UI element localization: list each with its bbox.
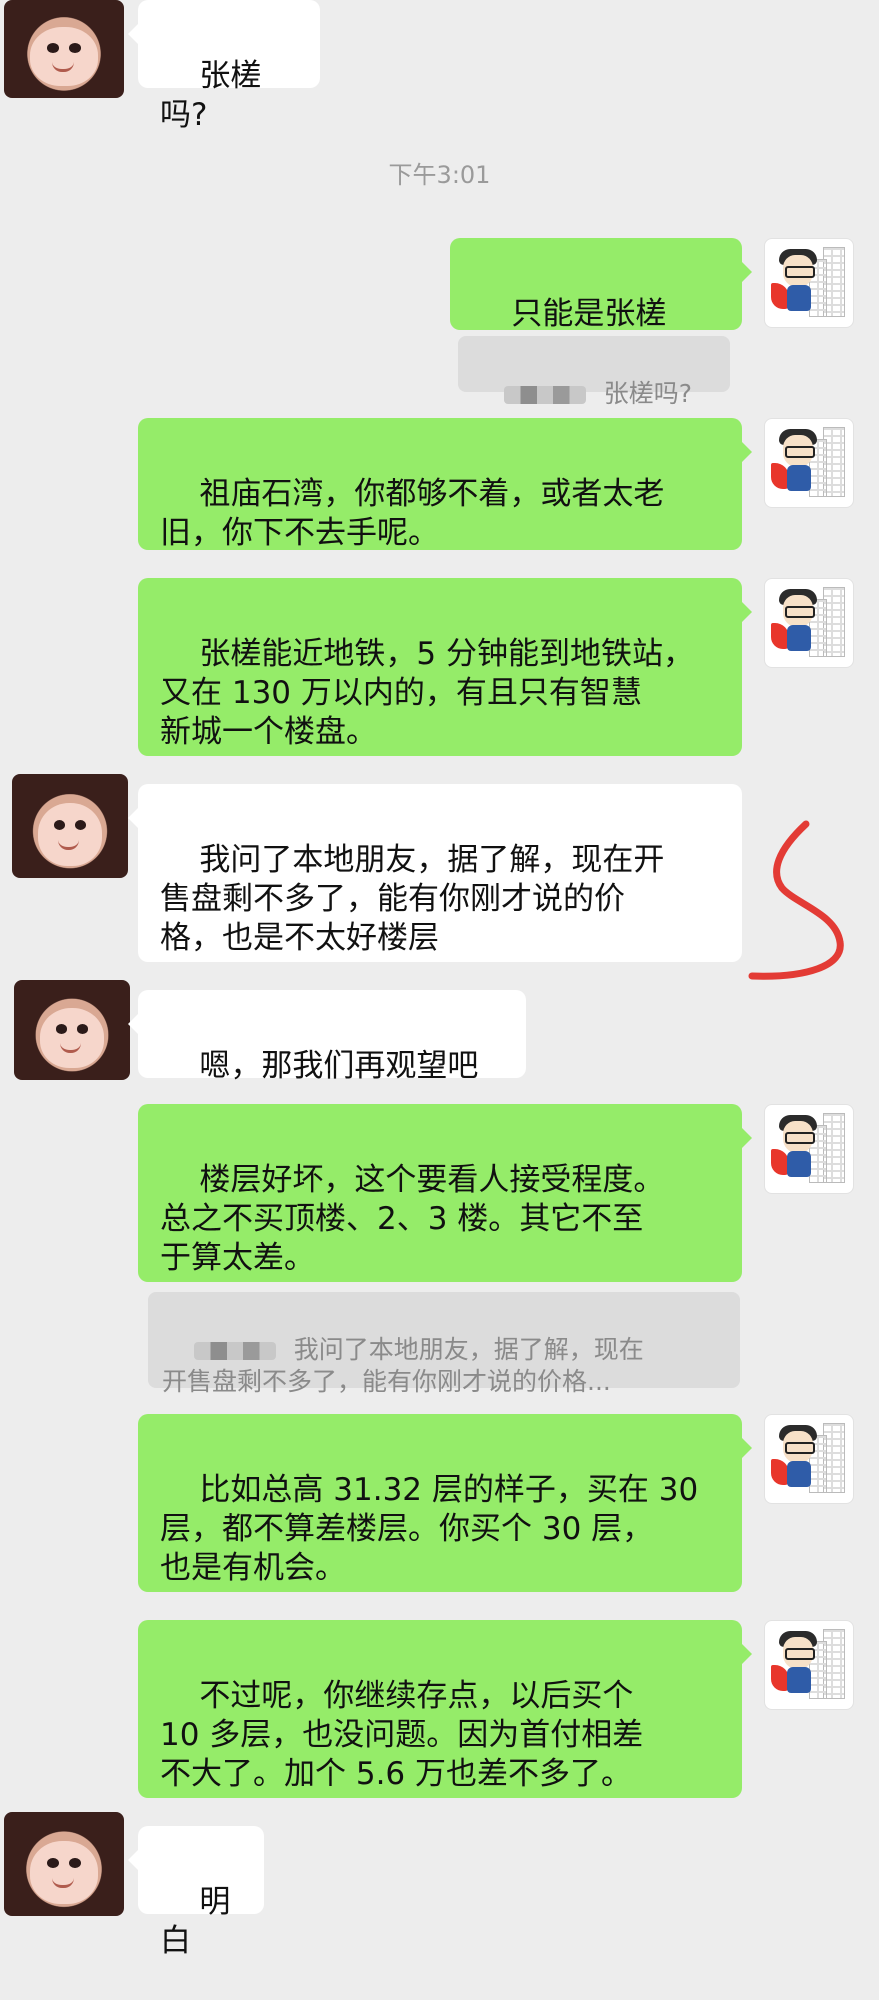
message-text: 嗯，那我们再观望吧 bbox=[199, 1048, 479, 1084]
outgoing-message-bubble[interactable]: 不过呢，你继续存点，以后买个 10 多层，也没问题。因为首付相差 不大了。加个 … bbox=[138, 1620, 752, 1798]
incoming-message-bubble[interactable]: 明白 bbox=[128, 1826, 264, 1959]
incoming-message-bubble[interactable]: 嗯，那我们再观望吧 bbox=[128, 990, 526, 1084]
own-avatar[interactable] bbox=[764, 418, 854, 508]
glasses-icon bbox=[785, 606, 815, 618]
outgoing-message-bubble[interactable]: 只能是张槎诶。 bbox=[450, 238, 752, 371]
own-avatar[interactable] bbox=[764, 1414, 854, 1504]
hand-drawn-annotation-icon bbox=[736, 810, 876, 990]
avatar-face bbox=[30, 27, 98, 87]
glasses-icon bbox=[785, 446, 815, 458]
glasses-icon bbox=[785, 1648, 815, 1660]
message-text: 我问了本地朋友，据了解，现在开 售盘剩不多了，能有你刚才说的价 格，也是不太好楼… bbox=[160, 842, 665, 956]
avatar-body bbox=[787, 465, 811, 491]
avatar-face bbox=[39, 1008, 105, 1068]
glasses-icon bbox=[785, 1132, 815, 1144]
avatar-face bbox=[37, 803, 103, 866]
quoted-message[interactable]: 我问了本地朋友，据了解，现在 开售盘剩不多了，能有你刚才说的价格... bbox=[148, 1292, 740, 1396]
message-text: 张槎吗? bbox=[160, 58, 262, 133]
avatar-eye-left bbox=[47, 43, 60, 53]
quoted-text: 张槎吗? bbox=[603, 379, 693, 408]
message-text: 张槎能近地铁，5 分钟能到地铁站， 又在 130 万以内的，有且只有智慧 新城一… bbox=[160, 636, 694, 750]
timestamp: 下午3:01 bbox=[388, 161, 491, 189]
avatar-body bbox=[787, 285, 811, 311]
message-text: 明白 bbox=[160, 1884, 231, 1959]
avatar-eye-right bbox=[68, 43, 81, 53]
contact-avatar[interactable] bbox=[4, 0, 124, 98]
avatar-eye-right bbox=[68, 1857, 81, 1869]
avatar-body bbox=[787, 1151, 811, 1177]
outgoing-message-bubble[interactable]: 楼层好坏，这个要看人接受程度。 总之不买顶楼、2、3 楼。其它不至 于算太差。 bbox=[138, 1104, 752, 1282]
quoted-message[interactable]: 张槎吗? bbox=[458, 336, 730, 408]
incoming-message-bubble[interactable]: 我问了本地朋友，据了解，现在开 售盘剩不多了，能有你刚才说的价 格，也是不太好楼… bbox=[128, 784, 742, 962]
message-text: 比如总高 31.32 层的样子，买在 30 层，都不算差楼层。你买个 30 层，… bbox=[160, 1472, 699, 1586]
own-avatar[interactable] bbox=[764, 1104, 854, 1194]
contact-avatar[interactable] bbox=[12, 774, 128, 878]
own-avatar[interactable] bbox=[764, 1620, 854, 1710]
own-avatar[interactable] bbox=[764, 238, 854, 328]
message-text: 不过呢，你继续存点，以后买个 10 多层，也没问题。因为首付相差 不大了。加个 … bbox=[160, 1678, 644, 1792]
message-text: 祖庙石湾，你都够不着，或者太老 旧，你下不去手呢。 bbox=[160, 476, 665, 551]
incoming-message-bubble[interactable]: 张槎吗? bbox=[128, 0, 320, 133]
blurred-sender-name bbox=[503, 386, 586, 404]
avatar-body bbox=[787, 1461, 811, 1487]
contact-avatar[interactable] bbox=[14, 980, 130, 1080]
message-text: 楼层好坏，这个要看人接受程度。 总之不买顶楼、2、3 楼。其它不至 于算太差。 bbox=[160, 1162, 665, 1276]
avatar-body bbox=[787, 1667, 811, 1693]
contact-avatar[interactable] bbox=[4, 1812, 124, 1916]
avatar-body bbox=[787, 625, 811, 651]
glasses-icon bbox=[785, 266, 815, 278]
outgoing-message-bubble[interactable]: 张槎能近地铁，5 分钟能到地铁站， 又在 130 万以内的，有且只有智慧 新城一… bbox=[138, 578, 752, 756]
outgoing-message-bubble[interactable]: 比如总高 31.32 层的样子，买在 30 层，都不算差楼层。你买个 30 层，… bbox=[138, 1414, 752, 1592]
glasses-icon bbox=[785, 1442, 815, 1454]
avatar-face bbox=[30, 1841, 98, 1904]
avatar-eye-right bbox=[76, 1024, 89, 1034]
outgoing-message-bubble[interactable]: 祖庙石湾，你都够不着，或者太老 旧，你下不去手呢。 bbox=[138, 418, 752, 551]
blurred-sender-name bbox=[193, 1342, 276, 1360]
own-avatar[interactable] bbox=[764, 578, 854, 668]
